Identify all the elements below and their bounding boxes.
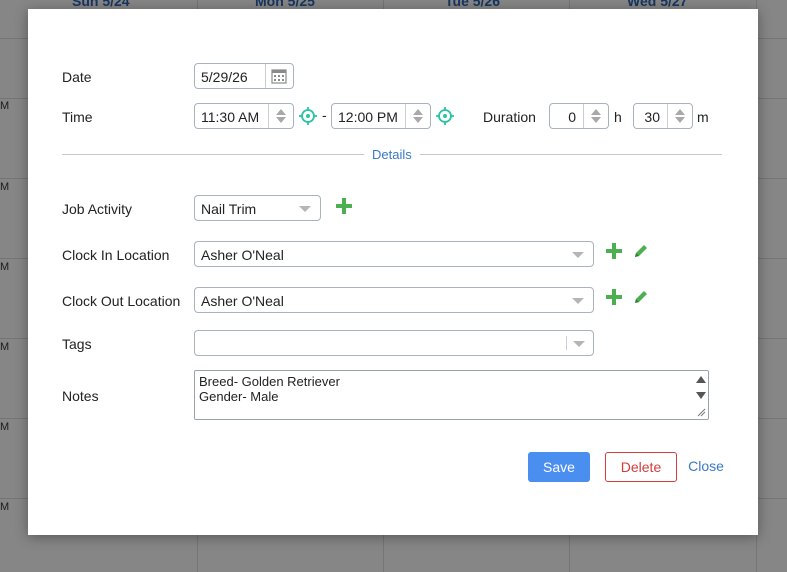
chevron-down-icon bbox=[572, 298, 584, 304]
add-clock-out-location-icon[interactable] bbox=[606, 289, 622, 305]
end-time-input[interactable]: 12:00 PM bbox=[331, 103, 431, 129]
clock-out-location-value: Asher O'Neal bbox=[201, 293, 284, 309]
edit-clock-in-location-icon[interactable] bbox=[633, 243, 649, 259]
clock-out-location-select[interactable]: Asher O'Neal bbox=[194, 287, 594, 313]
date-value: 5/29/26 bbox=[201, 69, 248, 85]
resize-grip-icon[interactable] bbox=[696, 407, 706, 417]
time-label: Time bbox=[62, 109, 93, 125]
add-job-activity-icon[interactable] bbox=[336, 198, 352, 214]
scroll-up-icon[interactable] bbox=[696, 376, 706, 383]
date-field[interactable]: 5/29/26 bbox=[194, 63, 294, 89]
calendar-icon[interactable] bbox=[265, 64, 293, 88]
edit-clock-out-location-icon[interactable] bbox=[633, 289, 649, 305]
end-time-value: 12:00 PM bbox=[338, 109, 398, 125]
clock-out-location-label: Clock Out Location bbox=[62, 293, 181, 309]
duration-minutes-value: 30 bbox=[644, 109, 660, 125]
duration-hours-stepper[interactable] bbox=[583, 104, 608, 128]
clock-in-location-select[interactable]: Asher O'Neal bbox=[194, 241, 594, 267]
clock-in-location-label: Clock In Location bbox=[62, 247, 170, 263]
duration-minutes-input[interactable]: 30 bbox=[633, 103, 693, 129]
gps-locate-icon[interactable] bbox=[299, 107, 317, 125]
notes-value: Breed- Golden Retriever Gender- Male bbox=[199, 374, 340, 404]
start-time-stepper[interactable] bbox=[268, 104, 293, 128]
gps-locate-icon[interactable] bbox=[436, 107, 454, 125]
start-time-value: 11:30 AM bbox=[201, 109, 260, 125]
duration-hours-input[interactable]: 0 bbox=[549, 103, 609, 129]
duration-hours-value: 0 bbox=[568, 109, 576, 125]
close-button[interactable]: Close bbox=[686, 452, 726, 482]
section-divider bbox=[420, 154, 722, 155]
tags-select[interactable] bbox=[194, 330, 594, 356]
details-toggle[interactable]: Details bbox=[372, 147, 412, 162]
start-time-input[interactable]: 11:30 AM bbox=[194, 103, 294, 129]
clock-in-location-value: Asher O'Neal bbox=[201, 247, 284, 263]
job-entry-dialog: Date 5/29/26 Time 11:30 AM - 12:00 PM Du… bbox=[28, 9, 758, 535]
add-clock-in-location-icon[interactable] bbox=[606, 243, 622, 259]
duration-minutes-stepper[interactable] bbox=[667, 104, 692, 128]
date-label: Date bbox=[62, 69, 92, 85]
duration-label: Duration bbox=[483, 109, 536, 125]
delete-button[interactable]: Delete bbox=[605, 452, 677, 482]
job-activity-value: Nail Trim bbox=[201, 201, 257, 217]
end-time-stepper[interactable] bbox=[405, 104, 430, 128]
notes-textarea[interactable]: Breed- Golden Retriever Gender- Male bbox=[194, 370, 709, 420]
notes-label: Notes bbox=[62, 388, 99, 404]
chevron-down-icon bbox=[299, 206, 311, 212]
chevron-down-icon bbox=[572, 252, 584, 258]
tags-label: Tags bbox=[62, 336, 92, 352]
chevron-down-icon bbox=[573, 341, 585, 347]
save-button[interactable]: Save bbox=[528, 452, 590, 482]
job-activity-select[interactable]: Nail Trim bbox=[194, 195, 321, 221]
select-separator bbox=[566, 336, 567, 350]
hours-unit: h bbox=[614, 109, 622, 125]
minutes-unit: m bbox=[697, 109, 709, 125]
time-separator: - bbox=[322, 107, 327, 123]
job-activity-label: Job Activity bbox=[62, 201, 133, 217]
section-divider bbox=[62, 154, 364, 155]
scroll-down-icon[interactable] bbox=[696, 392, 706, 399]
